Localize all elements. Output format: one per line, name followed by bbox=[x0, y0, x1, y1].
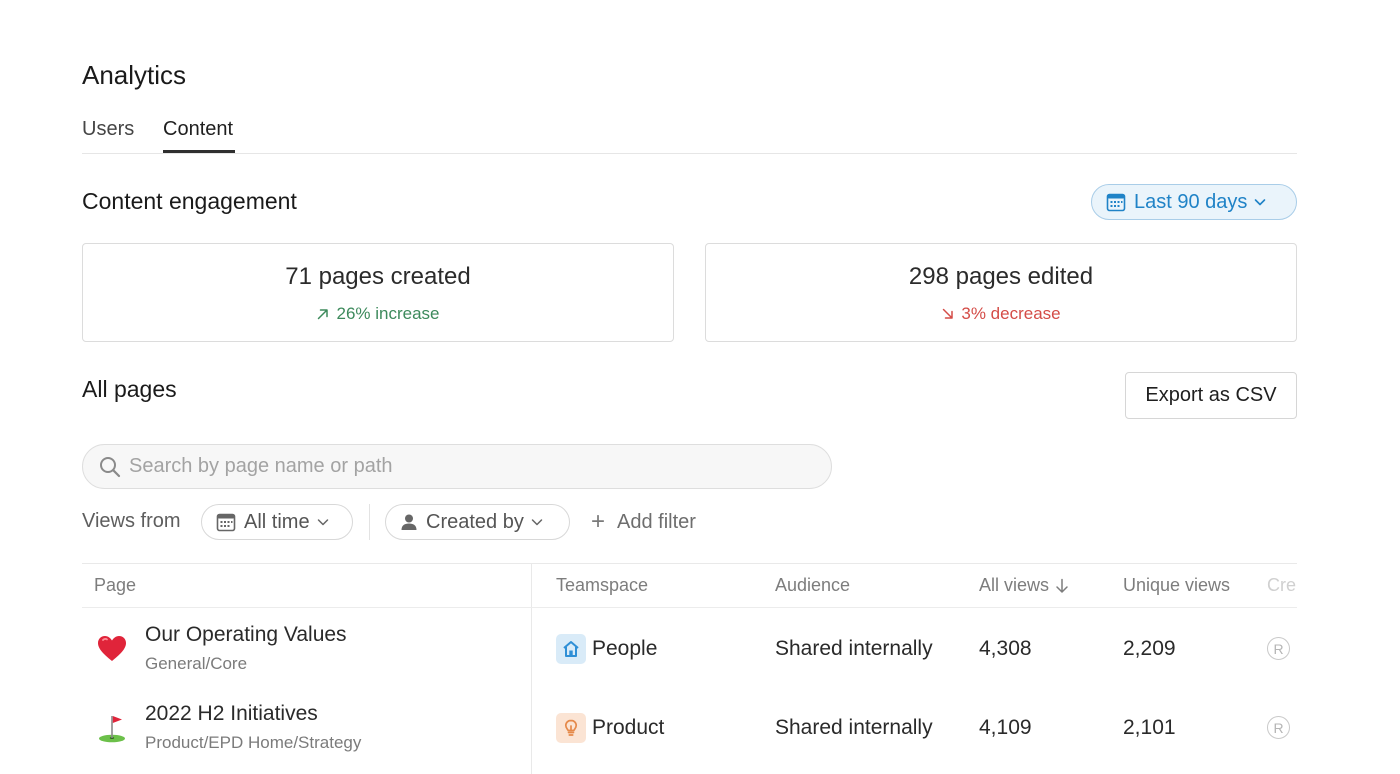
tab-content[interactable]: Content bbox=[163, 118, 236, 153]
column-header-unique-views[interactable]: Unique views bbox=[1123, 575, 1230, 596]
teamspace-label: People bbox=[592, 637, 658, 660]
filter-divider bbox=[369, 504, 370, 540]
chevron-down-icon bbox=[531, 519, 543, 526]
stat-change: 26% increase bbox=[83, 304, 673, 324]
column-header-page[interactable]: Page bbox=[94, 575, 136, 596]
column-header-audience[interactable]: Audience bbox=[775, 575, 850, 596]
time-range-filter[interactable]: All time bbox=[201, 504, 353, 540]
time-range-label: All time bbox=[244, 510, 310, 533]
audience-cell: Shared internally bbox=[775, 716, 933, 739]
page-path: General/Core bbox=[145, 654, 248, 673]
table-header: Page Teamspace Audience All views Unique… bbox=[82, 564, 1297, 608]
stat-change: 3% decrease bbox=[706, 304, 1296, 324]
table-row[interactable]: Our Operating Values General/Core People… bbox=[82, 609, 1297, 689]
created-by-filter[interactable]: Created by bbox=[385, 504, 570, 540]
views-from-label: Views from bbox=[82, 510, 181, 532]
stat-card-pages-created: 71 pages created 26% increase bbox=[82, 243, 674, 342]
column-header-teamspace[interactable]: Teamspace bbox=[556, 575, 648, 596]
golf-flag-icon bbox=[99, 716, 125, 743]
plus-icon: + bbox=[591, 508, 606, 535]
page-title: Analytics bbox=[82, 60, 187, 90]
created-by-label: Created by bbox=[426, 510, 524, 533]
audience-cell: Shared internally bbox=[775, 637, 933, 660]
chevron-down-icon bbox=[1255, 199, 1266, 206]
tab-users[interactable]: Users bbox=[82, 118, 134, 141]
page-name-link[interactable]: 2022 H2 Initiatives bbox=[145, 702, 318, 726]
column-header-all-views-label: All views bbox=[979, 575, 1050, 595]
stat-value: 298 pages edited bbox=[908, 263, 1094, 290]
date-range-dropdown[interactable]: Last 90 days bbox=[1091, 184, 1297, 220]
calendar-icon bbox=[216, 513, 236, 532]
stat-card-pages-edited: 298 pages edited 3% decrease bbox=[705, 243, 1297, 342]
unique-views-cell: 2,209 bbox=[1123, 637, 1176, 660]
person-icon bbox=[401, 514, 417, 530]
table-row[interactable]: 2022 H2 Initiatives Product/EPD Home/Str… bbox=[82, 688, 1297, 768]
search-field[interactable] bbox=[82, 444, 832, 489]
unique-views-cell: 2,101 bbox=[1123, 716, 1176, 739]
section-title-content-engagement: Content engagement bbox=[82, 188, 297, 214]
column-header-all-views[interactable]: All views bbox=[979, 575, 1069, 596]
date-range-label: Last 90 days bbox=[1134, 190, 1248, 213]
teamspace-label: Product bbox=[592, 716, 665, 739]
add-filter-button[interactable]: + Add filter bbox=[591, 508, 696, 536]
creator-avatar[interactable]: R bbox=[1267, 716, 1290, 739]
section-title-all-pages: All pages bbox=[82, 376, 177, 402]
stat-change-label: 3% decrease bbox=[961, 304, 1061, 323]
column-header-created[interactable]: Cre bbox=[1267, 575, 1297, 596]
arrow-down-right-icon bbox=[943, 308, 954, 319]
arrow-up-right-icon bbox=[318, 309, 329, 320]
chevron-down-icon bbox=[317, 519, 328, 526]
arrow-down-icon bbox=[1056, 578, 1068, 593]
tab-bar: Users Content bbox=[82, 116, 1297, 154]
add-filter-label: Add filter bbox=[617, 510, 696, 533]
heart-icon bbox=[98, 636, 126, 661]
all-views-cell: 4,308 bbox=[979, 637, 1032, 660]
stat-value: 71 pages created bbox=[285, 263, 471, 290]
page-name-link[interactable]: Our Operating Values bbox=[145, 623, 347, 647]
stat-change-label: 26% increase bbox=[336, 304, 440, 323]
pages-table: Page Teamspace Audience All views Unique… bbox=[82, 563, 1297, 774]
lightbulb-icon bbox=[556, 713, 586, 743]
search-input[interactable] bbox=[129, 455, 809, 478]
home-icon bbox=[556, 634, 586, 664]
calendar-icon bbox=[1106, 193, 1126, 212]
page-path: Product/EPD Home/Strategy bbox=[145, 733, 362, 752]
creator-avatar[interactable]: R bbox=[1267, 637, 1290, 660]
teamspace-cell: Product bbox=[556, 713, 664, 743]
export-csv-button[interactable]: Export as CSV bbox=[1125, 372, 1297, 419]
all-views-cell: 4,109 bbox=[979, 716, 1032, 739]
teamspace-cell: People bbox=[556, 634, 657, 664]
search-icon bbox=[100, 456, 121, 477]
